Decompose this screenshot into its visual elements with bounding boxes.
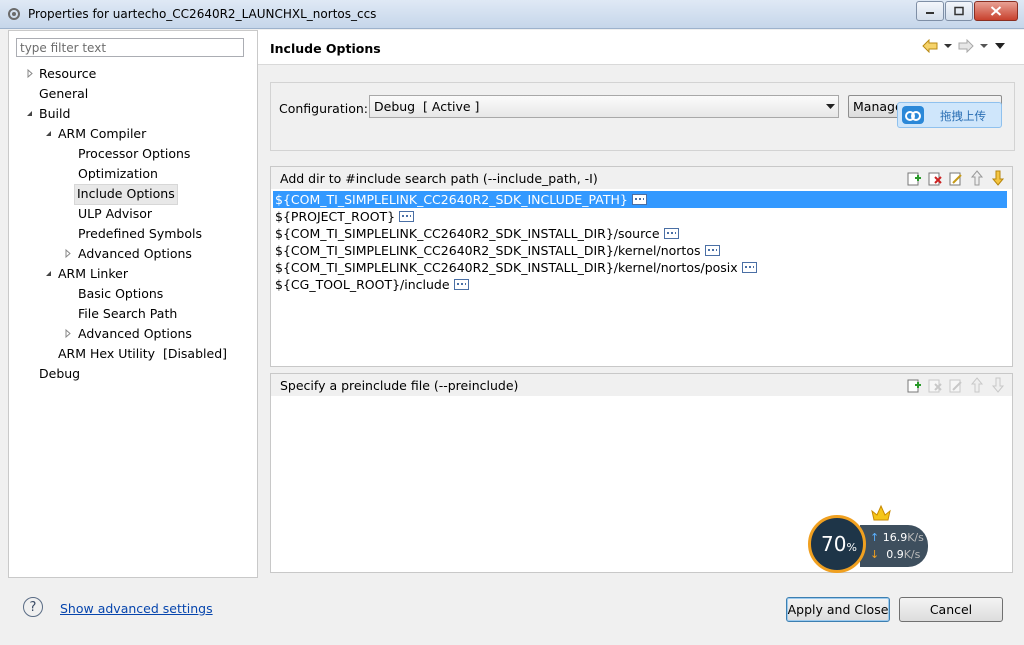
include-path-row[interactable]: ${COM_TI_SIMPLELINK_CC2640R2_SDK_INSTALL… xyxy=(273,242,720,259)
tree-item-processor-options[interactable]: Processor Options xyxy=(78,144,190,163)
include-path-row[interactable]: ${COM_TI_SIMPLELINK_CC2640R2_SDK_INSTALL… xyxy=(273,225,679,242)
move-up-icon xyxy=(970,377,984,393)
page-header: Include Options xyxy=(258,30,1024,65)
ellipsis-icon[interactable] xyxy=(453,279,469,290)
expand-arrow-icon[interactable] xyxy=(63,244,73,263)
network-speed-widget[interactable]: ↑ 16.9K/s ↓ 0.9K/s 70% xyxy=(808,503,932,575)
tree-item-debug[interactable]: Debug xyxy=(39,364,80,383)
add-icon[interactable] xyxy=(906,170,922,186)
navigation-pane: type filter text Resource General Build … xyxy=(8,30,258,578)
include-path-row[interactable]: ${PROJECT_ROOT} xyxy=(273,208,415,225)
collapse-arrow-icon[interactable] xyxy=(25,104,35,123)
configuration-label: Configuration: xyxy=(279,101,368,116)
include-path-row[interactable]: ${CG_TOOL_ROOT}/include xyxy=(273,276,469,293)
chevron-down-icon xyxy=(826,104,835,109)
tree-item-arm-hex-utility[interactable]: ARM Hex Utility [Disabled] xyxy=(58,344,227,363)
delete-icon xyxy=(928,379,942,393)
collapse-arrow-icon[interactable] xyxy=(44,124,54,143)
edit-icon xyxy=(949,379,962,393)
help-icon[interactable]: ? xyxy=(23,597,43,617)
collapse-arrow-icon[interactable] xyxy=(44,264,54,283)
configuration-value: Debug [ Active ] xyxy=(374,99,480,114)
ellipsis-icon[interactable] xyxy=(663,228,679,239)
move-up-icon[interactable] xyxy=(969,170,985,186)
move-down-icon[interactable] xyxy=(990,170,1006,186)
tree-item-advanced-options-compiler[interactable]: Advanced Options xyxy=(78,244,192,263)
back-menu-chevron-down-icon[interactable] xyxy=(944,43,952,49)
expand-arrow-icon[interactable] xyxy=(25,64,35,83)
cloud-icon xyxy=(902,106,924,124)
memory-percent: 70% xyxy=(821,532,857,556)
ellipsis-icon[interactable] xyxy=(399,211,415,222)
ellipsis-icon[interactable] xyxy=(741,262,757,273)
manage-label: Manage xyxy=(853,99,903,114)
include-path-row[interactable]: ${COM_TI_SIMPLELINK_CC2640R2_SDK_INSTALL… xyxy=(273,259,757,276)
view-menu-icon[interactable] xyxy=(994,42,1006,50)
tree-item-build[interactable]: Build xyxy=(39,104,70,123)
ellipsis-icon[interactable] xyxy=(704,245,720,256)
add-icon[interactable] xyxy=(906,377,922,393)
forward-menu-chevron-down-icon[interactable] xyxy=(980,43,988,49)
delete-icon[interactable] xyxy=(927,170,943,186)
ellipsis-icon[interactable] xyxy=(631,194,647,205)
show-advanced-settings-link[interactable]: Show advanced settings xyxy=(60,601,213,616)
dialog-footer: ? Show advanced settings Apply and Close… xyxy=(0,578,1024,645)
edit-icon[interactable] xyxy=(948,170,964,186)
minimize-button[interactable] xyxy=(916,1,944,21)
title-bar: Properties for uartecho_CC2640R2_LAUNCHX… xyxy=(0,0,1024,29)
close-button[interactable] xyxy=(974,1,1018,21)
back-icon[interactable] xyxy=(922,39,938,53)
tree-item-ulp-advisor[interactable]: ULP Advisor xyxy=(78,204,152,223)
apply-and-close-button[interactable]: Apply and Close xyxy=(786,597,890,622)
maximize-button[interactable] xyxy=(945,1,973,21)
tree-item-optimization[interactable]: Optimization xyxy=(78,164,158,183)
drag-upload-label: 拖拽上传 xyxy=(940,109,986,123)
speed-readout: ↑ 16.9K/s ↓ 0.9K/s xyxy=(860,525,928,567)
close-icon xyxy=(990,6,1002,16)
tree-item-advanced-options-linker[interactable]: Advanced Options xyxy=(78,324,192,343)
maximize-icon xyxy=(954,6,964,16)
tree-item-arm-compiler[interactable]: ARM Compiler xyxy=(58,124,146,143)
include-path-row[interactable]: ${COM_TI_SIMPLELINK_CC2640R2_SDK_INCLUDE… xyxy=(273,191,1007,208)
include-path-label: Add dir to #include search path (--inclu… xyxy=(280,171,598,186)
include-path-panel: Add dir to #include search path (--inclu… xyxy=(270,166,1013,367)
page-title: Include Options xyxy=(270,41,381,56)
download-speed: ↓ 0.9K/s xyxy=(870,548,921,561)
tree-item-include-options[interactable]: Include Options xyxy=(74,184,178,205)
tree-item-predefined-symbols[interactable]: Predefined Symbols xyxy=(78,224,202,243)
window-title: Properties for uartecho_CC2640R2_LAUNCHX… xyxy=(28,7,377,21)
drag-upload-overlay[interactable]: 拖拽上传 xyxy=(897,102,1002,128)
preinclude-label: Specify a preinclude file (--preinclude) xyxy=(280,378,519,393)
move-down-icon xyxy=(991,377,1005,393)
tree-item-resource[interactable]: Resource xyxy=(39,64,96,83)
cancel-button[interactable]: Cancel xyxy=(899,597,1003,622)
tree-item-file-search-path[interactable]: File Search Path xyxy=(78,304,177,323)
configuration-select[interactable]: Debug [ Active ] xyxy=(369,95,839,118)
forward-icon[interactable] xyxy=(958,39,974,53)
tree-item-general[interactable]: General xyxy=(39,84,88,103)
upload-speed: ↑ 16.9K/s xyxy=(870,531,924,544)
vip-crown-icon xyxy=(871,504,891,521)
app-icon xyxy=(8,8,20,20)
filter-input[interactable]: type filter text xyxy=(16,38,244,57)
expand-arrow-icon[interactable] xyxy=(63,324,73,343)
minimize-icon xyxy=(926,12,934,14)
tree-item-arm-linker[interactable]: ARM Linker xyxy=(58,264,128,283)
options-pane: Include Options Configuration: Debug [ A… xyxy=(258,30,1024,576)
tree-item-basic-options[interactable]: Basic Options xyxy=(78,284,163,303)
